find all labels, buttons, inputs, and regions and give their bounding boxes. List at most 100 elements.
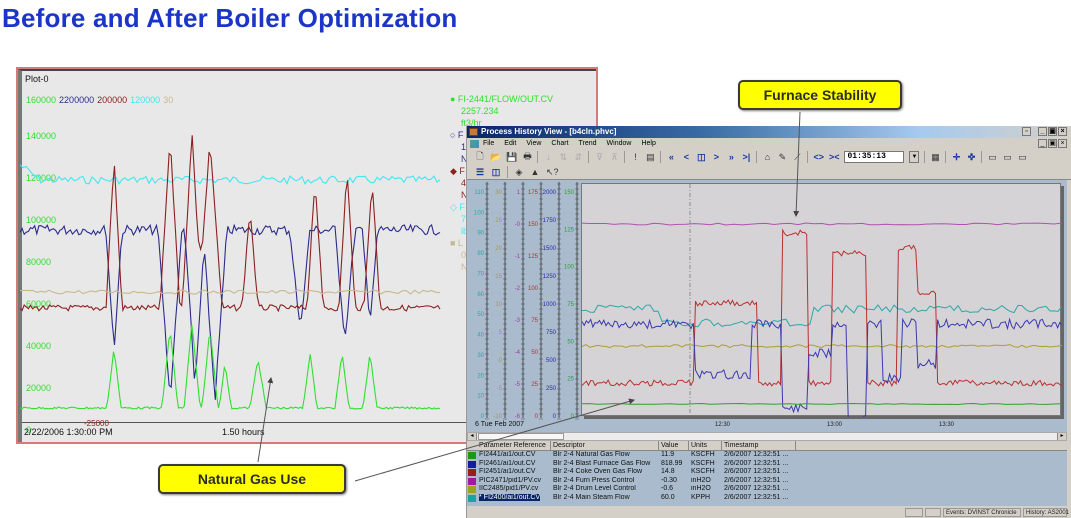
pen-add-icon[interactable]: ✎ <box>777 152 787 163</box>
menu-window[interactable]: Window <box>607 140 632 147</box>
expand-icon[interactable]: <> <box>813 152 824 162</box>
legend-entry[interactable]: ● FI-2441/FLOW/OUT.CV 2257.234 ft3/hr <box>450 93 553 129</box>
filter-icon[interactable]: ⊽ <box>594 152 604 163</box>
sort-asc-icon[interactable]: ↓ <box>543 152 553 162</box>
trend-line <box>581 228 1063 387</box>
table-row[interactable]: * FI2400/ai1/out.CV Blr 2-4 Main Steam Fl… <box>467 493 1067 503</box>
axis-tick-label: 1250 <box>543 274 557 280</box>
trend-line <box>581 344 1063 349</box>
column-header[interactable]: Units <box>689 441 722 450</box>
document-icon <box>470 140 479 148</box>
chart-edit-icon[interactable]: ⟋ <box>792 152 802 163</box>
table-row[interactable]: FI2451/ai1/out.CV Blr 2-4 Coke Oven Gas F… <box>467 468 1067 477</box>
trend-line <box>581 402 1063 406</box>
axis-tick-label: 100 <box>474 210 485 216</box>
step-forward-icon[interactable]: > <box>711 152 721 162</box>
axis-tick-label: 1500 <box>543 246 557 252</box>
pause-icon[interactable]: ◫ <box>696 152 706 163</box>
column-header[interactable]: Parameter Reference <box>467 441 551 450</box>
time-span-dropdown-icon[interactable]: ▼ <box>909 151 920 163</box>
color-swatch <box>468 477 476 485</box>
x-tick-label: 13:30 <box>939 422 955 428</box>
date-label: 6 Tue Feb 2007 <box>475 421 525 428</box>
time-span-input[interactable]: 01:35:13 <box>844 151 905 163</box>
menu-view[interactable]: View <box>526 140 541 147</box>
calendar-icon[interactable]: ▦ <box>930 152 940 163</box>
units: KSCFH <box>691 451 715 458</box>
open-folder-icon[interactable]: 📂 <box>490 152 501 163</box>
fast-forward-icon[interactable]: » <box>726 152 736 162</box>
table-row[interactable]: PIC2471/pid1/PV.cv Blr 2-4 Furn Press Con… <box>467 477 1067 486</box>
menu-file[interactable]: File <box>483 140 494 147</box>
scroll-right-icon[interactable]: ▸ <box>1057 433 1066 440</box>
table-row[interactable]: FI2441/ai1/out.CV Blr 2-4 Natural Gas Flo… <box>467 451 1067 460</box>
stack-horizontal-icon[interactable]: ☰ <box>475 167 485 178</box>
axis-tick-label: 0 <box>553 414 557 420</box>
axis-tick-label: 30 <box>495 190 502 196</box>
table-row[interactable]: FI2461/ai1/out.CV Blr 2-4 Blast Furnace G… <box>467 460 1067 469</box>
maximize-button[interactable]: ▣ <box>1048 127 1057 136</box>
value: -0.6 <box>661 485 674 492</box>
minimize-button[interactable]: _ <box>1038 127 1047 136</box>
crosshair-icon[interactable]: ✛ <box>951 152 961 163</box>
axis-tick-label: 60 <box>477 292 484 298</box>
x-tick-label: 13:00 <box>827 422 843 428</box>
axis-tick-label: 750 <box>546 330 557 336</box>
axis-tick-label: 5 <box>499 330 503 336</box>
window-titlebar[interactable]: Process History View - [b4cln.phvc] ▫ _ … <box>467 126 1071 138</box>
value: -0.30 <box>661 476 677 484</box>
trend-line <box>581 304 1063 328</box>
palette-icon[interactable]: ▲ <box>530 167 540 177</box>
axis-tick-label: 75 <box>567 302 574 308</box>
sort-icon[interactable]: ⇵ <box>573 152 583 163</box>
restore-icon[interactable]: ▫ <box>1022 127 1031 136</box>
axis-tick-label: -2 <box>515 286 521 292</box>
alert-icon[interactable]: ! <box>630 152 640 162</box>
scroll-thumb[interactable] <box>478 433 564 440</box>
horizontal-scrollbar[interactable]: ◂ ▸ <box>467 432 1067 441</box>
display-icon[interactable]: ▭ <box>987 152 997 163</box>
column-header[interactable]: Descriptor <box>551 441 659 450</box>
menu-trend[interactable]: Trend <box>579 140 597 147</box>
filter-clear-icon[interactable]: ⊼ <box>609 152 619 163</box>
scroll-left-icon[interactable]: ◂ <box>468 433 477 440</box>
value: 14.8 <box>661 468 675 475</box>
rewind-icon[interactable]: « <box>666 152 676 162</box>
window-icon[interactable]: ▤ <box>645 152 655 163</box>
column-header[interactable]: Timestamp <box>722 441 796 450</box>
step-back-icon[interactable]: < <box>681 152 691 162</box>
doc-minimize-button[interactable]: _ <box>1038 139 1047 148</box>
axis-tick-label: 10 <box>495 302 502 308</box>
trend-line <box>20 135 441 313</box>
menu-edit[interactable]: Edit <box>504 140 516 147</box>
compress-icon[interactable]: >< <box>829 152 840 162</box>
eraser-icon[interactable]: ◈ <box>514 167 524 178</box>
crosshair-vertical-icon[interactable]: ✜ <box>966 152 976 163</box>
parameter-reference: FI2461/ai1/out.CV <box>467 460 551 469</box>
column-header[interactable]: Value <box>659 441 689 450</box>
axis-tick-label: 100 <box>528 286 539 292</box>
print-icon[interactable]: 🖶 <box>522 149 532 165</box>
help-pointer-icon[interactable]: ↖? <box>546 167 559 178</box>
table-row[interactable]: IIC2485/pid1/PV.cv Blr 2-4 Drum Level Con… <box>467 485 1067 494</box>
new-file-icon[interactable]: 🗋 <box>475 149 485 165</box>
axis-tick-label: 1000 <box>543 302 557 308</box>
display-3-icon[interactable]: ▭ <box>1017 152 1027 163</box>
display-2-icon[interactable]: ▭ <box>1002 152 1012 163</box>
go-end-icon[interactable]: >| <box>741 152 751 162</box>
x-tick-label: 12:30 <box>715 422 731 428</box>
value: 818.99 <box>661 459 683 467</box>
doc-maximize-button[interactable]: ▣ <box>1048 139 1057 148</box>
parameter-table: Parameter Reference Descriptor Value Units T… <box>467 441 1067 506</box>
save-icon[interactable]: 💾 <box>506 152 517 163</box>
menu-help[interactable]: Help <box>641 140 655 147</box>
axis-tick-label: 50 <box>531 350 538 356</box>
menu-chart[interactable]: Chart <box>551 140 568 147</box>
close-button[interactable]: × <box>1058 127 1067 136</box>
before-trend-lines <box>20 135 441 410</box>
doc-close-button[interactable]: × <box>1058 139 1067 148</box>
chart-house-icon[interactable]: ⌂ <box>762 152 772 162</box>
trend-plot[interactable] <box>581 183 1063 424</box>
split-vertical-icon[interactable]: ◫ <box>491 167 501 178</box>
sort-desc-icon[interactable]: ⇅ <box>558 152 568 163</box>
